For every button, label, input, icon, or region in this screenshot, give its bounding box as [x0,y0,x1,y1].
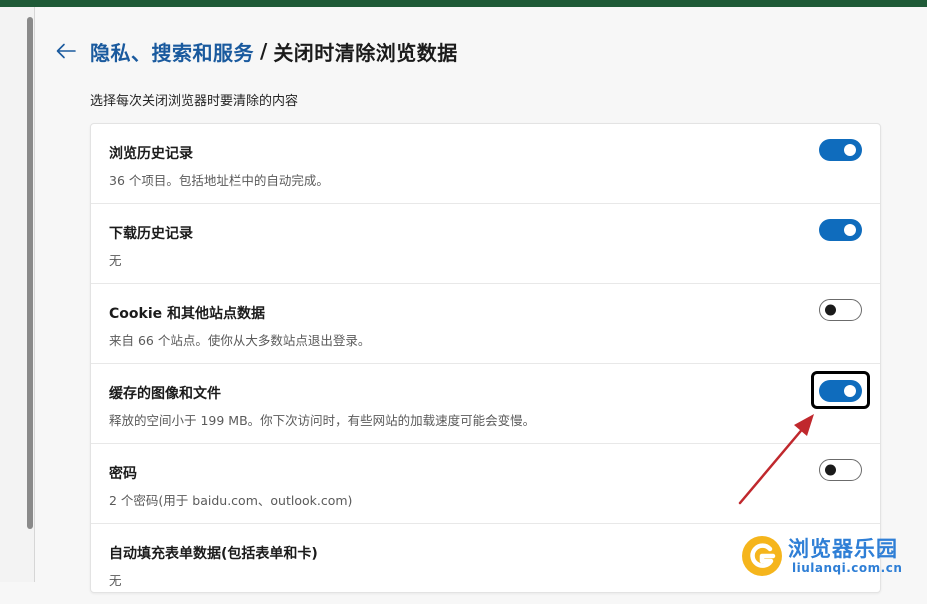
passwords-toggle[interactable] [819,459,862,481]
watermark-logo-icon [742,536,782,576]
toggle-knob [844,144,856,156]
page-header: 隐私、搜索和服务 / 关闭时清除浏览数据 [56,36,458,66]
scrollbar-thumb[interactable] [27,17,33,529]
watermark-url: liulanqi.com.cn [792,561,903,575]
breadcrumb-parent-link[interactable]: 隐私、搜索和服务 [90,37,254,66]
clear-data-options-card: 浏览历史记录 36 个项目。包括地址栏中的自动完成。 下载历史记录 无 Cook… [90,123,881,593]
option-row-passwords: 密码 2 个密码(用于 baidu.com、outlook.com) [91,444,880,524]
site-watermark: 浏览器乐园 liulanqi.com.cn [740,530,927,582]
toggle-knob [844,385,856,397]
cached-images-toggle[interactable] [819,380,862,402]
back-arrow-icon[interactable] [56,40,78,62]
option-description: 无 [109,573,122,588]
option-title: 密码 [109,466,137,482]
option-row-browsing-history: 浏览历史记录 36 个项目。包括地址栏中的自动完成。 [91,124,880,204]
option-row-download-history: 下载历史记录 无 [91,204,880,284]
toggle-knob [825,464,836,476]
option-description: 释放的空间小于 199 MB。你下次访问时，有些网站的加载速度可能会变慢。 [109,413,536,428]
option-title: Cookie 和其他站点数据 [109,306,265,322]
toggle-knob [825,304,836,316]
option-title: 缓存的图像和文件 [109,386,221,402]
toggle-knob [844,224,856,236]
option-title: 自动填充表单数据(包括表单和卡) [109,546,318,562]
window-top-bar [0,0,927,7]
watermark-title: 浏览器乐园 [788,537,898,561]
option-title: 浏览历史记录 [109,146,193,162]
settings-nav-pane [0,7,35,582]
option-row-cookies: Cookie 和其他站点数据 来自 66 个站点。使你从大多数站点退出登录。 [91,284,880,364]
option-row-cached-images: 缓存的图像和文件 释放的空间小于 199 MB。你下次访问时，有些网站的加载速度… [91,364,880,444]
option-description: 2 个密码(用于 baidu.com、outlook.com) [109,493,353,508]
browsing-history-toggle[interactable] [819,139,862,161]
option-description: 来自 66 个站点。使你从大多数站点退出登录。 [109,333,371,348]
page-title: 关闭时清除浏览数据 [273,40,458,65]
option-title: 下载历史记录 [109,226,193,242]
breadcrumb-separator: / [260,39,268,63]
option-description: 无 [109,253,122,268]
download-history-toggle[interactable] [819,219,862,241]
section-description: 选择每次关闭浏览器时要清除的内容 [90,94,299,109]
option-description: 36 个项目。包括地址栏中的自动完成。 [109,173,329,188]
cookies-toggle[interactable] [819,299,862,321]
